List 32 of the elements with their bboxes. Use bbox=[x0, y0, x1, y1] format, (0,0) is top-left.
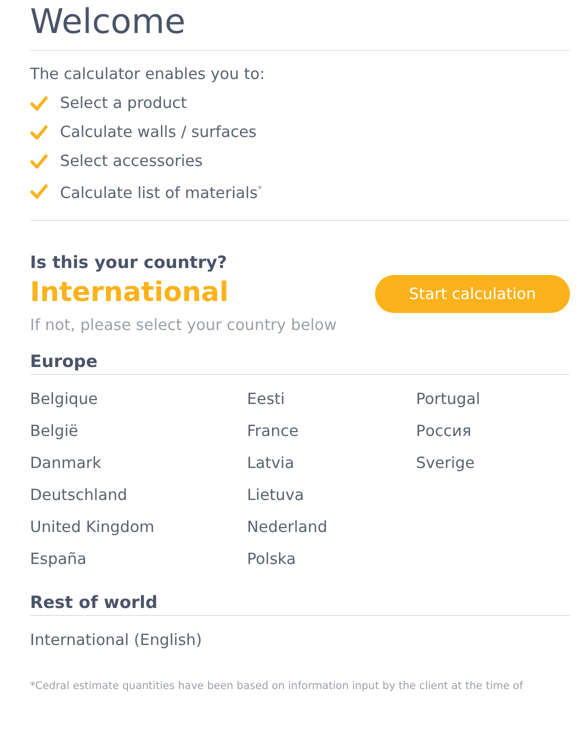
check-icon bbox=[30, 184, 48, 200]
feature-text: Calculate walls / surfaces bbox=[60, 122, 257, 143]
country-link[interactable]: Sverige bbox=[416, 447, 475, 480]
region-heading: Rest of world bbox=[30, 593, 570, 616]
country-link[interactable]: International (English) bbox=[30, 624, 202, 656]
country-link[interactable]: België bbox=[30, 415, 78, 448]
country-hint: If not, please select your country below bbox=[30, 316, 337, 334]
feature-text: Select accessories bbox=[60, 151, 203, 172]
country-link[interactable]: Deutschland bbox=[30, 479, 128, 512]
country-link[interactable]: Belgique bbox=[30, 383, 98, 416]
country-link[interactable]: Polska bbox=[247, 543, 296, 576]
check-icon bbox=[30, 154, 48, 170]
page-title: Welcome bbox=[30, 0, 570, 51]
country-question: Is this your country? bbox=[30, 253, 228, 274]
country-link[interactable]: Lietuva bbox=[247, 479, 304, 512]
country-link[interactable]: España bbox=[30, 543, 87, 576]
check-icon bbox=[30, 96, 48, 112]
footnote: *Cedral estimate quantities have been based on information input by the client at the time of bbox=[30, 680, 524, 692]
region-heading: Europe bbox=[30, 352, 570, 376]
country-link[interactable]: Eesti bbox=[247, 383, 285, 416]
country-link[interactable]: United Kingdom bbox=[30, 511, 154, 544]
detected-country: International bbox=[30, 277, 230, 308]
country-link[interactable]: France bbox=[247, 415, 299, 448]
feature-text: Select a product bbox=[60, 93, 187, 114]
intro-text: The calculator enables you to: bbox=[30, 65, 266, 83]
country-link[interactable]: Portugal bbox=[416, 383, 480, 416]
country-link[interactable]: Россия bbox=[416, 415, 472, 448]
feature-text: Calculate list of materials$^{*}$ bbox=[60, 183, 262, 204]
country-link[interactable]: Latvia bbox=[247, 447, 294, 480]
check-icon bbox=[30, 124, 48, 140]
country-link[interactable]: Nederland bbox=[247, 511, 328, 544]
country-link[interactable]: Danmark bbox=[30, 447, 102, 480]
